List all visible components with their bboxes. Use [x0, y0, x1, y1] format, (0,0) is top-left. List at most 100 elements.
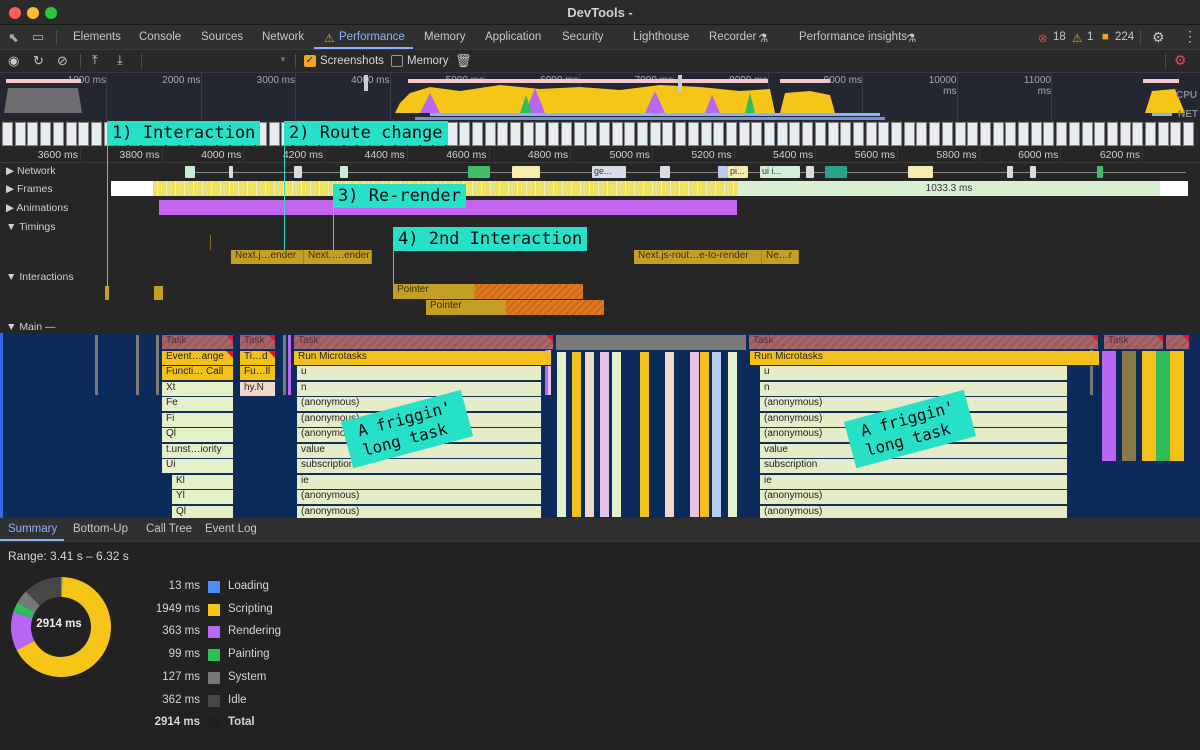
screenshot-thumbnail[interactable] [865, 122, 877, 146]
frame-idle[interactable] [1160, 181, 1188, 196]
frame-long[interactable]: 1033.3 ms [738, 181, 1160, 196]
screenshot-thumbnail[interactable] [586, 122, 598, 146]
flame-entry[interactable] [557, 352, 566, 517]
timeline-overview[interactable]: 1000 ms2000 ms3000 ms4000 ms5000 ms6000 … [0, 73, 1200, 120]
screenshot-thumbnail[interactable] [852, 122, 864, 146]
screenshot-thumbnail[interactable] [1183, 122, 1195, 146]
network-request[interactable] [1030, 166, 1036, 178]
network-request[interactable] [340, 166, 348, 178]
flame-entry[interactable]: Run Microtasks [750, 350, 1100, 366]
flame-entry[interactable]: Fe [162, 397, 234, 412]
flame-entry[interactable] [572, 352, 581, 517]
network-track-label[interactable]: ▶ Network [6, 165, 56, 177]
reload-record-icon[interactable]: ↻ [33, 54, 44, 67]
warning-count[interactable]: 1 [1087, 31, 1093, 43]
flame-entry[interactable]: Fu…ll [240, 366, 276, 381]
main-thread-flamechart[interactable]: Task Event…ange Functi… Call Xt Fe Fi Ql t.unst… [0, 333, 1200, 521]
interactions-track-label[interactable]: ▼ Interactions [6, 271, 74, 283]
flame-entry[interactable]: Fi [162, 412, 234, 428]
screenshot-thumbnail[interactable] [751, 122, 763, 146]
inspect-element-icon[interactable]: ⬉ [8, 31, 19, 44]
network-request[interactable] [908, 166, 933, 178]
flame-entry[interactable]: Ti…d [240, 350, 276, 366]
flame-entry[interactable]: hy.N [240, 381, 276, 397]
screenshot-thumbnail[interactable] [65, 122, 77, 146]
tab-console[interactable]: Console [139, 31, 181, 43]
flame-entry[interactable]: Functi… Call [162, 366, 234, 381]
screenshot-thumbnail[interactable] [1145, 122, 1156, 146]
screenshot-thumbnail[interactable] [764, 122, 775, 146]
flame-entry[interactable] [1156, 351, 1170, 461]
network-request[interactable] [1007, 166, 1013, 178]
flame-sliver[interactable] [283, 335, 286, 395]
clear-icon[interactable]: ⊘ [57, 54, 68, 67]
flame-entry[interactable]: Ui [162, 459, 234, 474]
screenshot-thumbnail[interactable] [560, 122, 572, 146]
timing-mark[interactable]: Ne…r [762, 250, 799, 264]
flame-entry[interactable] [612, 352, 621, 517]
task-entry[interactable]: Task [294, 335, 554, 350]
screenshot-thumbnail[interactable] [941, 122, 953, 146]
timing-mark[interactable]: Next.….ender [304, 250, 372, 264]
frame-idle[interactable] [111, 181, 154, 196]
flame-entry[interactable] [600, 352, 609, 517]
task-entry[interactable]: Task [240, 335, 276, 350]
screenshot-thumbnail[interactable] [1170, 122, 1182, 146]
tab-elements[interactable]: Elements [73, 31, 121, 43]
task-entry[interactable]: Task [162, 335, 234, 350]
task-entry[interactable]: Task [749, 335, 1099, 350]
screenshot-thumbnail[interactable] [1068, 122, 1080, 146]
flame-sliver[interactable] [288, 335, 291, 395]
network-request[interactable] [806, 166, 814, 178]
network-request[interactable] [294, 166, 302, 178]
screenshot-thumbnail[interactable] [484, 122, 496, 146]
main-track-label[interactable]: ▼ Main — [6, 321, 56, 333]
network-request[interactable] [468, 166, 490, 178]
flame-entry[interactable]: Event…ange [162, 350, 234, 366]
screenshots-checkbox[interactable]: ✓ [304, 55, 316, 67]
screenshot-thumbnail[interactable] [90, 122, 102, 146]
tab-security[interactable]: Security [562, 31, 604, 43]
screenshot-thumbnail[interactable] [548, 122, 560, 146]
screenshot-thumbnail[interactable] [1106, 122, 1118, 146]
screenshot-thumbnail[interactable] [827, 122, 839, 146]
screenshot-thumbnail[interactable] [446, 122, 458, 146]
screenshot-thumbnail[interactable] [802, 122, 814, 146]
network-request[interactable] [512, 166, 540, 178]
tab-bottom-up[interactable]: Bottom-Up [73, 523, 128, 535]
animations-track-label[interactable]: ▶ Animations [6, 202, 68, 214]
flame-entry[interactable]: ie [760, 474, 1068, 490]
flame-entry[interactable] [640, 352, 649, 517]
screenshot-thumbnail[interactable] [1018, 122, 1029, 146]
tab-recorder[interactable]: Recorder [709, 31, 756, 43]
interaction-marker[interactable] [105, 286, 109, 300]
tab-summary[interactable]: Summary [8, 523, 57, 535]
flame-sliver[interactable] [156, 335, 159, 395]
screenshot-thumbnail[interactable] [78, 122, 90, 146]
task-entry[interactable] [556, 335, 746, 350]
screenshot-thumbnail[interactable] [598, 122, 610, 146]
screenshot-thumbnail[interactable] [1056, 122, 1068, 146]
screenshot-thumbnail[interactable] [967, 122, 979, 146]
tab-lighthouse[interactable]: Lighthouse [633, 31, 689, 43]
flame-entry[interactable] [1122, 351, 1136, 461]
screenshot-thumbnail[interactable] [522, 122, 534, 146]
screenshot-thumbnail[interactable] [471, 122, 483, 146]
record-icon[interactable]: ◉ [8, 54, 19, 67]
network-request[interactable] [718, 166, 728, 178]
recording-select-chevron-icon[interactable]: ▼ [279, 56, 287, 64]
flame-entry[interactable] [700, 352, 709, 517]
timing-mark[interactable]: Next.j…ender [231, 250, 304, 264]
settings-gear-icon[interactable]: ⚙ [1152, 29, 1165, 46]
screenshot-thumbnail[interactable] [903, 122, 915, 146]
screenshot-thumbnail[interactable] [27, 122, 39, 146]
network-request[interactable]: pi... [728, 166, 748, 178]
interaction-marker[interactable] [154, 286, 163, 300]
frames-track-label[interactable]: ▶ Frames [6, 183, 53, 195]
screenshot-thumbnail[interactable] [1119, 122, 1131, 146]
network-request[interactable] [660, 166, 670, 178]
flame-entry[interactable]: (anonymous) [297, 490, 542, 505]
flame-entry[interactable] [728, 352, 737, 517]
screenshot-thumbnail[interactable] [2, 122, 13, 146]
screenshot-thumbnail[interactable] [878, 122, 890, 146]
